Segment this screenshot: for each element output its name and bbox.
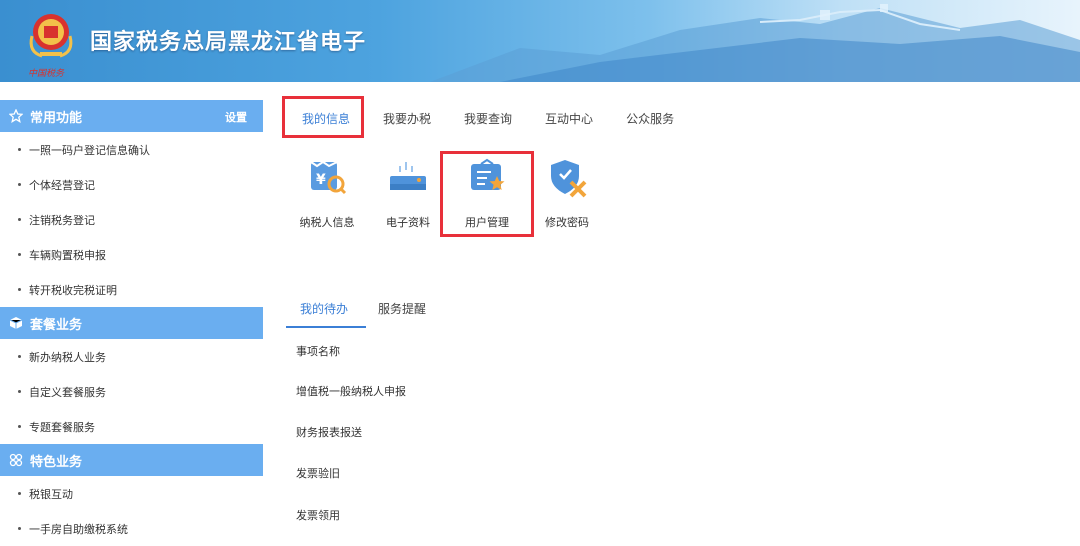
func-label: 电子资料: [386, 216, 430, 229]
todo-item[interactable]: 财务报表报送: [296, 424, 362, 440]
tab-highlight-box: [282, 96, 364, 138]
bullet-icon: [18, 148, 21, 151]
func-highlight-box: [440, 151, 534, 237]
func-taxpayer-info[interactable]: ¥ 纳税人信息: [292, 156, 362, 230]
func-e-document[interactable]: 电子资料: [373, 156, 443, 230]
todo-item[interactable]: 增值税一般纳税人申报: [296, 383, 406, 399]
section-title: 常用功能: [30, 110, 83, 126]
sidebar-section-common[interactable]: 常用功能 设置: [0, 100, 263, 132]
sidebar-item-label: 自定义套餐服务: [29, 385, 106, 399]
sidebar-item-label: 一照一码户登记信息确认: [29, 143, 150, 157]
bullet-icon: [18, 492, 21, 495]
sidebar-section-package[interactable]: 套餐业务: [0, 307, 263, 339]
sidebar-item[interactable]: 注销税务登记: [0, 202, 263, 237]
tab-query[interactable]: 我要查询: [464, 110, 512, 127]
star-icon: [8, 108, 24, 124]
tab-interaction[interactable]: 互动中心: [545, 110, 593, 127]
func-change-password[interactable]: 修改密码: [532, 156, 602, 230]
sidebar-item[interactable]: 税银互动: [0, 476, 263, 511]
tab-my-todo[interactable]: 我的待办: [300, 300, 348, 325]
bullet-icon: [18, 527, 21, 530]
sidebar: 常用功能 设置 一照一码户登记信息确认 个体经营登记 注销税务登记 车辆购置税申…: [0, 100, 263, 544]
sidebar-item-label: 一手房自助缴税系统: [29, 522, 128, 536]
tab-handle-tax[interactable]: 我要办税: [383, 110, 431, 127]
section-title: 特色业务: [30, 454, 83, 470]
sidebar-item-label: 专题套餐服务: [29, 420, 95, 434]
tab-service-reminder[interactable]: 服务提醒: [378, 300, 426, 325]
todo-active-underline: [286, 326, 366, 328]
sidebar-item[interactable]: 一照一码户登记信息确认: [0, 132, 263, 167]
sidebar-section-special[interactable]: 特色业务: [0, 444, 263, 476]
sidebar-item-label: 车辆购置税申报: [29, 248, 106, 262]
bullet-icon: [18, 355, 21, 358]
bullet-icon: [18, 390, 21, 393]
sidebar-item-label: 注销税务登记: [29, 213, 95, 227]
e-document-icon: [386, 156, 430, 200]
bullet-icon: [18, 183, 21, 186]
sidebar-item-label: 个体经营登记: [29, 178, 95, 192]
cube-icon: [8, 315, 24, 331]
section-title: 套餐业务: [30, 317, 83, 333]
emblem-caption: 中国税务: [28, 69, 65, 79]
tax-emblem-logo: 中国税务: [24, 8, 78, 79]
sidebar-item-label: 税银互动: [29, 487, 73, 501]
change-password-icon: [545, 156, 589, 200]
sidebar-item[interactable]: 一手房自助缴税系统: [0, 511, 263, 546]
sidebar-item[interactable]: 自定义套餐服务: [0, 374, 263, 409]
func-label: 修改密码: [545, 216, 589, 229]
todo-item[interactable]: 发票验旧: [296, 465, 340, 481]
sidebar-item-label: 转开税收完税证明: [29, 283, 117, 297]
settings-link[interactable]: 设置: [225, 109, 247, 125]
bullet-icon: [18, 425, 21, 428]
sidebar-item[interactable]: 专题套餐服务: [0, 409, 263, 444]
sidebar-item-label: 新办纳税人业务: [29, 350, 106, 364]
tab-public-service[interactable]: 公众服务: [626, 110, 674, 127]
todo-item[interactable]: 发票领用: [296, 507, 340, 523]
sidebar-item[interactable]: 转开税收完税证明: [0, 272, 263, 307]
func-label: 纳税人信息: [299, 216, 355, 229]
todo-column-header: 事项名称: [296, 345, 340, 358]
bullet-icon: [18, 288, 21, 291]
sidebar-item[interactable]: 个体经营登记: [0, 167, 263, 202]
svg-text:¥: ¥: [316, 172, 326, 188]
header-banner: 中国税务 国家税务总局黑龙江省电子: [0, 0, 1080, 82]
site-title: 国家税务总局黑龙江省电子: [90, 30, 367, 55]
bullet-icon: [18, 253, 21, 256]
grid-icon: [8, 452, 24, 468]
sidebar-item[interactable]: 车辆购置税申报: [0, 237, 263, 272]
bullet-icon: [18, 218, 21, 221]
taxpayer-info-icon: ¥: [305, 156, 349, 200]
sidebar-item[interactable]: 新办纳税人业务: [0, 339, 263, 374]
todo-tabs: 我的待办 服务提醒: [300, 300, 456, 325]
